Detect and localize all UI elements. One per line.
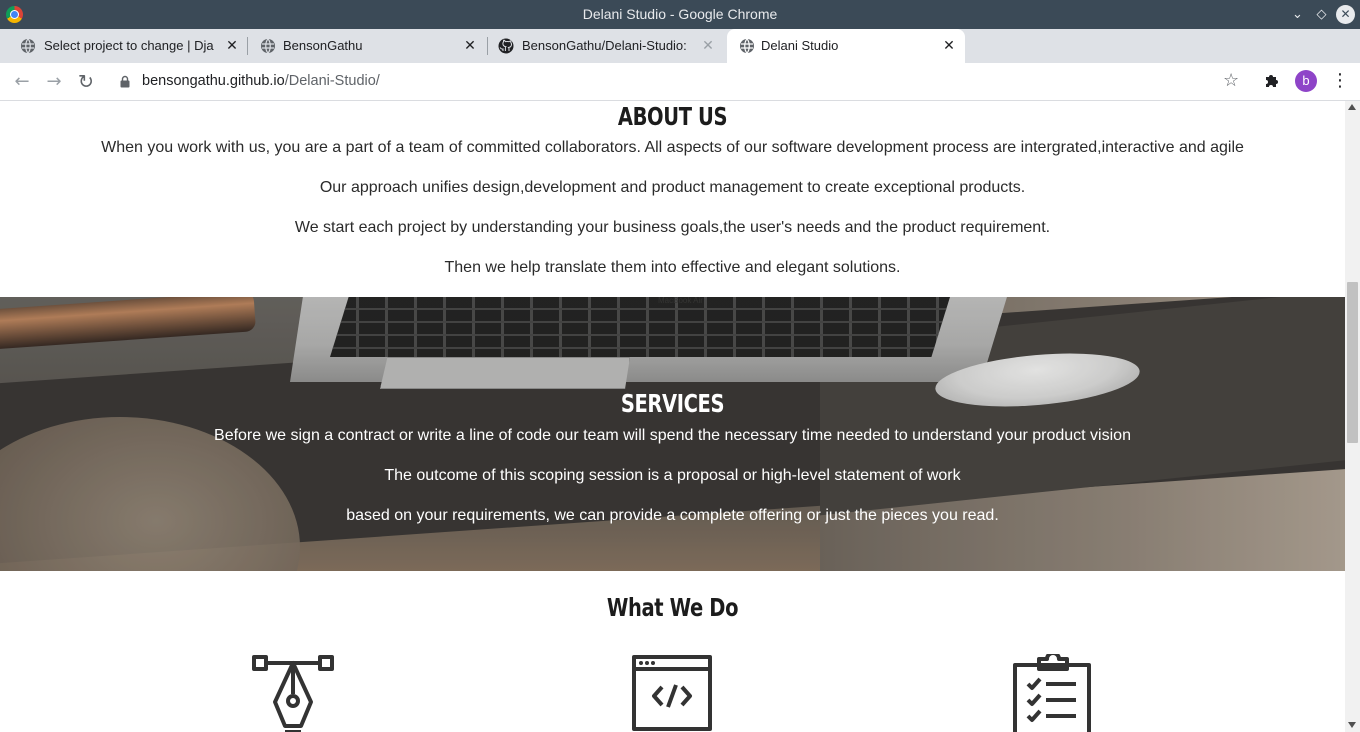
url-path: /Delani-Studio/ bbox=[284, 73, 380, 89]
tab-label: BensonGathu/Delani-Studio: bbox=[522, 38, 687, 53]
reload-button[interactable]: ↻ bbox=[75, 71, 97, 93]
bookmark-star-icon[interactable]: ☆ bbox=[1223, 71, 1239, 91]
maximize-button[interactable]: ◇ bbox=[1312, 5, 1331, 24]
scroll-up-arrow-icon[interactable] bbox=[1348, 104, 1356, 110]
profile-avatar[interactable]: b bbox=[1295, 70, 1317, 92]
browser-toolbar: ← → ↻ bensongathu.github.io/Delani-Studi… bbox=[0, 63, 1360, 101]
back-button[interactable]: ← bbox=[11, 71, 33, 93]
pen-tool-icon bbox=[252, 655, 334, 732]
address-bar[interactable]: bensongathu.github.io/Delani-Studio/ bbox=[142, 73, 380, 89]
globe-icon bbox=[21, 38, 35, 54]
page-scrollbar[interactable] bbox=[1345, 101, 1360, 732]
close-window-button[interactable]: ✕ bbox=[1336, 5, 1355, 24]
tab-label: Delani Studio bbox=[761, 38, 839, 53]
tab-close-icon[interactable]: ✕ bbox=[224, 37, 240, 53]
code-window-icon bbox=[632, 655, 712, 731]
minimize-button[interactable]: ⌄ bbox=[1288, 5, 1307, 24]
window-title: Delani Studio - Google Chrome bbox=[582, 6, 778, 22]
services-paragraph: Before we sign a contract or write a lin… bbox=[214, 427, 1131, 444]
tab-delani-studio[interactable]: Delani Studio ✕ bbox=[727, 29, 965, 63]
about-paragraph: Then we help translate them into effecti… bbox=[444, 259, 901, 276]
github-icon bbox=[498, 38, 514, 54]
page-viewport: ABOUT US When you work with us, you are … bbox=[0, 101, 1360, 732]
about-paragraph: When you work with us, you are a part of… bbox=[101, 139, 1244, 156]
tab-label: BensonGathu bbox=[283, 38, 363, 53]
globe-icon bbox=[740, 38, 754, 54]
lock-icon[interactable] bbox=[120, 75, 130, 88]
about-us-heading: ABOUT US bbox=[617, 102, 728, 131]
about-paragraph: We start each project by understanding y… bbox=[294, 219, 1051, 236]
tab-github-repo[interactable]: BensonGathu/Delani-Studio: ✕ bbox=[488, 29, 726, 63]
tab-strip: Select project to change | Dja ✕ BensonG… bbox=[0, 29, 1360, 85]
forward-button[interactable]: → bbox=[43, 71, 65, 93]
tab-close-icon[interactable]: ✕ bbox=[462, 37, 478, 53]
web-page: ABOUT US When you work with us, you are … bbox=[0, 101, 1345, 732]
extensions-puzzle-icon[interactable] bbox=[1263, 72, 1281, 90]
clipboard-checklist-icon bbox=[1013, 654, 1091, 732]
tab-close-icon[interactable]: ✕ bbox=[941, 37, 957, 53]
url-host: bensongathu.github.io bbox=[142, 73, 285, 89]
services-paragraph: based on your requirements, we can provi… bbox=[346, 507, 999, 524]
services-heading: SERVICES bbox=[620, 389, 725, 418]
browser-menu-icon[interactable]: ⋮ bbox=[1331, 71, 1349, 91]
tab-label: Select project to change | Dja bbox=[44, 38, 214, 53]
services-paragraph: The outcome of this scoping session is a… bbox=[384, 467, 961, 484]
about-paragraph: Our approach unifies design,development … bbox=[319, 179, 1026, 196]
tab-select-project[interactable]: Select project to change | Dja ✕ bbox=[0, 29, 248, 63]
tab-bensongathu[interactable]: BensonGathu ✕ bbox=[248, 29, 488, 63]
what-we-do-heading: What We Do bbox=[606, 593, 739, 622]
window-titlebar: Delani Studio - Google Chrome ⌄ ◇ ✕ bbox=[0, 0, 1360, 29]
globe-icon bbox=[261, 38, 275, 54]
tab-close-icon[interactable]: ✕ bbox=[700, 37, 716, 53]
scroll-down-arrow-icon[interactable] bbox=[1348, 722, 1356, 728]
scrollbar-thumb[interactable] bbox=[1347, 282, 1358, 443]
